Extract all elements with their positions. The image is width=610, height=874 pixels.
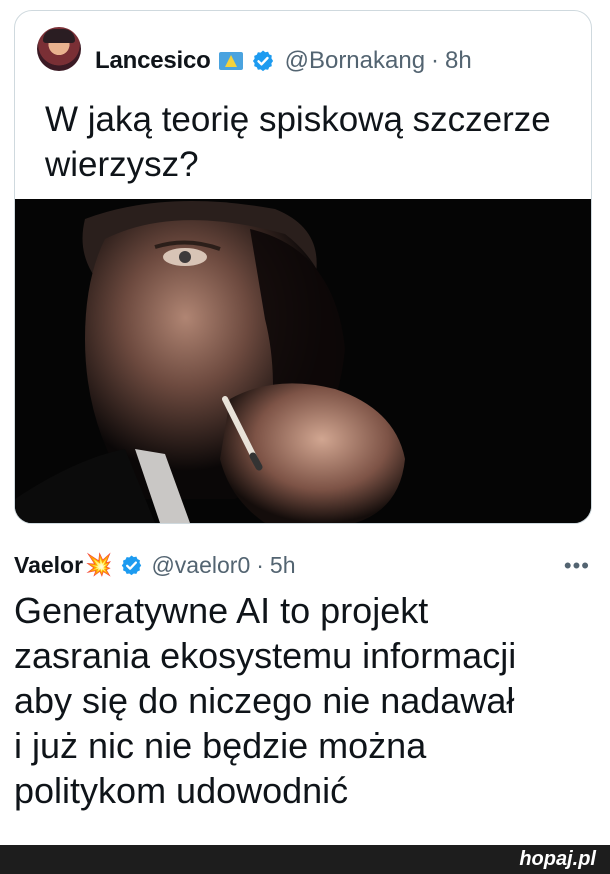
reply-text-line: i już nic nie będzie można (14, 725, 427, 766)
reply-tweet-time[interactable]: 5h (270, 552, 296, 579)
separator-dot: · (431, 47, 440, 74)
more-options-icon[interactable]: ••• (564, 553, 590, 579)
quoted-tweet-time[interactable]: 8h (445, 47, 472, 75)
quoted-tweet-image[interactable] (15, 199, 591, 523)
quoted-tweet-header: Lancesico @Bornakang · 8h (37, 27, 472, 81)
avatar[interactable] (37, 27, 81, 71)
reply-text-line: aby się do niczego nie nadawał (14, 680, 515, 721)
reply-tweet-text: Generatywne AI to projekt zasrania ekosy… (14, 588, 594, 813)
verified-badge-icon (252, 50, 273, 72)
man-smoking-photo (15, 199, 591, 523)
quoted-author-name[interactable]: Lancesico (95, 47, 211, 75)
verified-badge-icon (122, 554, 142, 575)
reply-tweet-header: Vaelor 💥 @vaelor0 · 5h (14, 550, 296, 580)
quoted-tweet-text: W jaką teorię spiskową szczerze wierzysz… (45, 100, 551, 184)
reply-text-line: politykom udowodnić (14, 770, 349, 811)
footer-bar: hopaj.pl (0, 845, 610, 874)
site-watermark: hopaj.pl (519, 848, 596, 870)
reply-author-name[interactable]: Vaelor (14, 552, 83, 579)
separator-dot: · (256, 551, 264, 578)
reply-author-handle[interactable]: @vaelor0 (151, 552, 250, 579)
quoted-author-handle[interactable]: @Bornakang (285, 47, 425, 75)
reply-text-line: zasrania ekosystemu informacji (14, 635, 517, 676)
reply-text-line: Generatywne AI to projekt (14, 590, 429, 631)
flag-icon (218, 52, 243, 70)
quoted-tweet-card[interactable]: Lancesico @Bornakang · 8h W jaką teorię … (14, 10, 592, 524)
collision-emoji-icon: 💥 (85, 552, 113, 577)
